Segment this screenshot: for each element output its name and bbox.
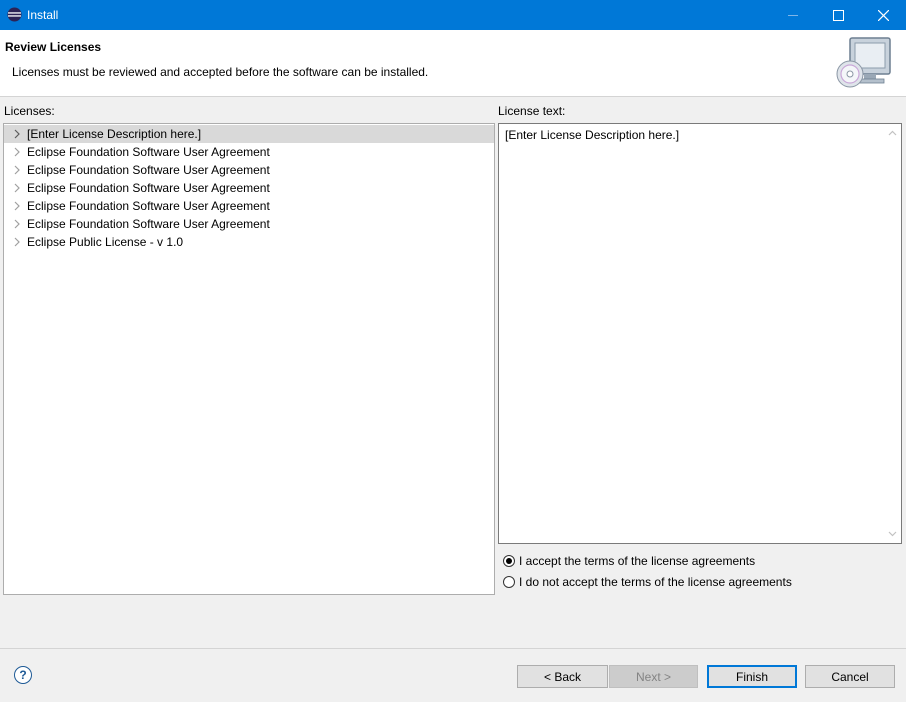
license-item-label: Eclipse Foundation Software User Agreeme… xyxy=(27,181,270,195)
chevron-right-icon[interactable] xyxy=(13,183,21,193)
license-item[interactable]: Eclipse Foundation Software User Agreeme… xyxy=(4,143,494,161)
decline-radio[interactable] xyxy=(503,576,515,588)
decline-label: I do not accept the terms of the license… xyxy=(519,575,792,589)
next-button[interactable]: Next > xyxy=(609,665,698,688)
title-bar: Install xyxy=(0,0,906,30)
accept-option[interactable]: I accept the terms of the license agreem… xyxy=(503,554,755,568)
chevron-right-icon[interactable] xyxy=(13,219,21,229)
finish-button[interactable]: Finish xyxy=(707,665,797,688)
license-item-label: Eclipse Public License - v 1.0 xyxy=(27,235,184,249)
license-text-label: License text: xyxy=(498,104,566,118)
license-item[interactable]: [Enter License Description here.] xyxy=(4,125,494,143)
wizard-header: Review Licenses Licenses must be reviewe… xyxy=(0,30,906,97)
license-item-label: Eclipse Foundation Software User Agreeme… xyxy=(27,199,270,213)
close-icon xyxy=(877,9,889,21)
license-text-content: [Enter License Description here.] xyxy=(505,128,680,142)
licenses-tree[interactable]: [Enter License Description here.] Eclips… xyxy=(3,123,495,595)
licenses-label: Licenses: xyxy=(4,104,55,118)
footer-separator xyxy=(0,648,906,649)
back-button[interactable]: < Back xyxy=(517,665,608,688)
minimize-button[interactable] xyxy=(770,0,816,30)
license-text-area[interactable]: [Enter License Description here.] xyxy=(498,123,902,544)
maximize-icon xyxy=(832,9,844,21)
help-icon[interactable]: ? xyxy=(14,666,32,684)
chevron-right-icon[interactable] xyxy=(13,165,21,175)
vertical-scrollbar[interactable] xyxy=(884,124,901,543)
chevron-right-icon[interactable] xyxy=(13,147,21,157)
accept-label: I accept the terms of the license agreem… xyxy=(519,554,756,568)
license-item-label: Eclipse Foundation Software User Agreeme… xyxy=(27,217,270,231)
license-item[interactable]: Eclipse Foundation Software User Agreeme… xyxy=(4,197,494,215)
license-item-label: Eclipse Foundation Software User Agreeme… xyxy=(27,145,270,159)
maximize-button[interactable] xyxy=(815,0,861,30)
install-computer-icon xyxy=(834,34,896,92)
license-item[interactable]: Eclipse Foundation Software User Agreeme… xyxy=(4,161,494,179)
scroll-down-icon[interactable] xyxy=(887,528,898,539)
accept-radio[interactable] xyxy=(503,555,515,567)
license-item-label: Eclipse Foundation Software User Agreeme… xyxy=(27,163,270,177)
scroll-up-icon[interactable] xyxy=(887,128,898,139)
license-item-label: [Enter License Description here.] xyxy=(27,127,202,141)
cancel-button[interactable]: Cancel xyxy=(805,665,895,688)
minimize-icon xyxy=(788,15,798,16)
page-description: Licenses must be reviewed and accepted b… xyxy=(12,65,429,79)
license-item[interactable]: Eclipse Public License - v 1.0 xyxy=(4,233,494,251)
decline-option[interactable]: I do not accept the terms of the license… xyxy=(503,575,792,589)
eclipse-icon xyxy=(7,7,22,22)
license-item[interactable]: Eclipse Foundation Software User Agreeme… xyxy=(4,179,494,197)
license-item[interactable]: Eclipse Foundation Software User Agreeme… xyxy=(4,215,494,233)
window-title: Install xyxy=(27,8,59,22)
chevron-right-icon[interactable] xyxy=(13,201,21,211)
chevron-right-icon[interactable] xyxy=(13,237,21,247)
chevron-right-icon[interactable] xyxy=(13,129,21,139)
close-button[interactable] xyxy=(860,0,906,30)
page-title: Review Licenses xyxy=(5,40,102,54)
